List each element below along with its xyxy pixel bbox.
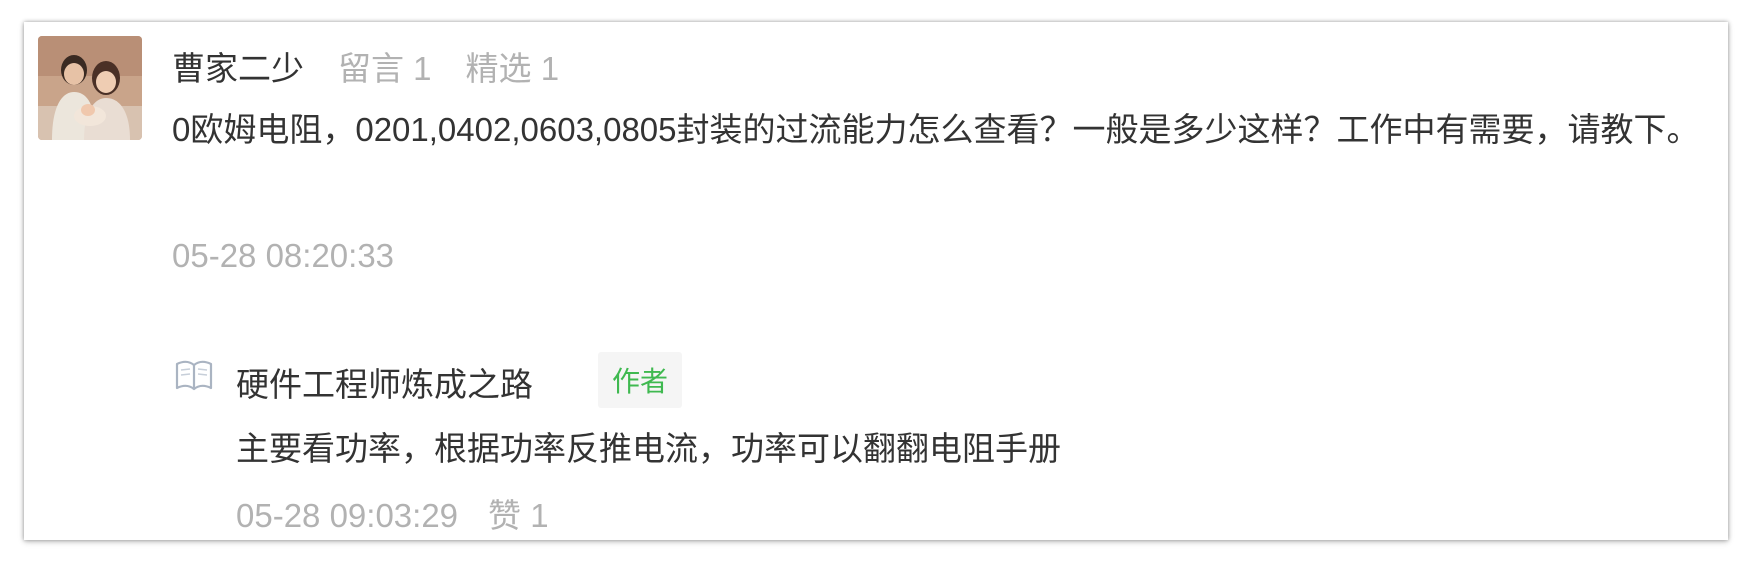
message-count: 留言 1: [338, 50, 432, 87]
reply-meta: 05-28 09:03:29 赞 1: [236, 489, 549, 537]
comment-header: 曹家二少 留言 1 精选 1: [172, 42, 559, 90]
avatar[interactable]: [38, 36, 142, 140]
reply-text: 主要看功率，根据功率反推电流，功率可以翻翻电阻手册: [236, 430, 1061, 467]
comment-card: 曹家二少 留言 1 精选 1 0欧姆电阻，0201,0402,0603,0805…: [24, 22, 1728, 540]
comment-username[interactable]: 曹家二少: [172, 42, 304, 90]
like-button[interactable]: 赞 1: [488, 489, 549, 537]
avatar-photo: [38, 36, 142, 140]
author-badge: 作者: [598, 352, 683, 408]
reply-timestamp: 05-28 09:03:29: [236, 497, 459, 534]
featured-count: 精选 1: [465, 50, 560, 87]
comment-timestamp: 05-28 08:20:33: [172, 237, 395, 274]
open-book-icon: [174, 358, 214, 399]
reply-author-name[interactable]: 硬件工程师炼成之路: [236, 358, 533, 406]
comment-text: 0欧姆电阻，0201,0402,0603,0805封装的过流能力怎么查看？一般是…: [172, 111, 1700, 148]
